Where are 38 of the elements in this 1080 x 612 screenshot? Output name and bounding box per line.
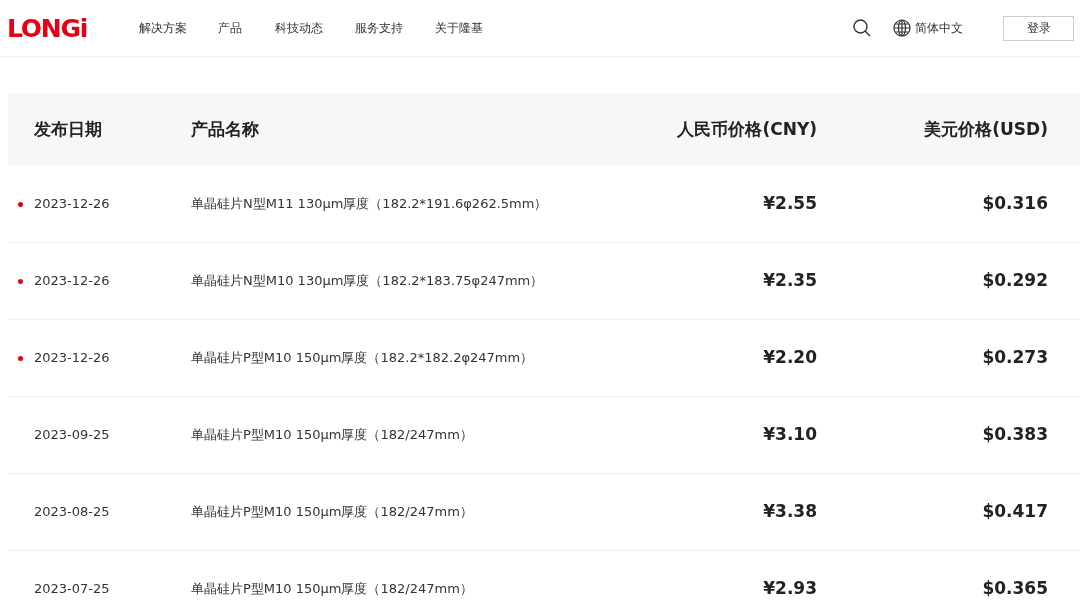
date-cell-text: 2023-12-26	[34, 195, 110, 214]
login-button[interactable]: 登录	[1003, 15, 1074, 41]
usd-price-cell-text: $0.365	[981, 577, 1048, 601]
usd-price-cell-text: $0.316	[981, 192, 1048, 216]
globe-icon[interactable]	[893, 19, 911, 37]
cny-price-cell-text: ¥2.55	[762, 192, 817, 216]
product-name-cell-text: 单晶硅片P型M10 150μm厚度（182/247mm）	[191, 426, 474, 445]
product-name-cell-text: 单晶硅片P型M10 150μm厚度（182/247mm）	[191, 503, 474, 522]
nav-link[interactable]: 服务支持	[355, 19, 435, 37]
cny-price-cell-text: ¥3.10	[762, 423, 817, 447]
date-cell-text: 2023-09-25	[34, 426, 110, 445]
cny-price-cell-text: ¥2.93	[762, 577, 817, 601]
date-cell-text: 2023-12-26	[34, 272, 110, 291]
date-cell-text: 2023-08-25	[34, 503, 110, 522]
usd-price-cell-text: $0.292	[981, 269, 1048, 293]
product-name-cell-text: 单晶硅片N型M10 130μm厚度（182.2*183.75φ247mm）	[191, 272, 545, 291]
usd-price-cell-text: $0.417	[981, 500, 1048, 524]
product-name-cell-text: 单晶硅片N型M11 130μm厚度（182.2*191.6φ262.5mm）	[191, 195, 549, 214]
date-cell-text: 2023-07-25	[34, 580, 110, 599]
usd-price-cell-text: $0.383	[981, 423, 1048, 447]
nav-link[interactable]: 科技动态	[275, 19, 355, 37]
product-name-cell-text: 单晶硅片P型M10 150μm厚度（182.2*182.2φ247mm）	[191, 349, 535, 368]
nav-link[interactable]: 解决方案	[139, 19, 218, 37]
search-icon[interactable]	[853, 19, 871, 37]
column-header: 产品名称	[191, 117, 260, 141]
cny-price-cell-text: ¥3.38	[762, 500, 817, 524]
cny-price-cell-text: ¥2.35	[762, 269, 817, 293]
column-header: 美元价格(USD)	[923, 117, 1048, 141]
column-header: 人民币价格(CNY)	[676, 117, 817, 141]
product-name-cell-text: 单晶硅片P型M10 150μm厚度（182/247mm）	[191, 580, 474, 599]
usd-price-cell-text: $0.273	[981, 346, 1048, 370]
logo[interactable]: LONGi	[7, 15, 111, 41]
column-header: 发布日期	[33, 117, 103, 141]
date-cell-text: 2023-12-26	[34, 349, 110, 368]
nav-link[interactable]: 关于隆基	[435, 19, 515, 37]
cny-price-cell-text: ¥2.20	[762, 346, 817, 370]
language-selector[interactable]: 简体中文	[915, 19, 963, 37]
nav-link[interactable]: 产品	[218, 19, 275, 37]
